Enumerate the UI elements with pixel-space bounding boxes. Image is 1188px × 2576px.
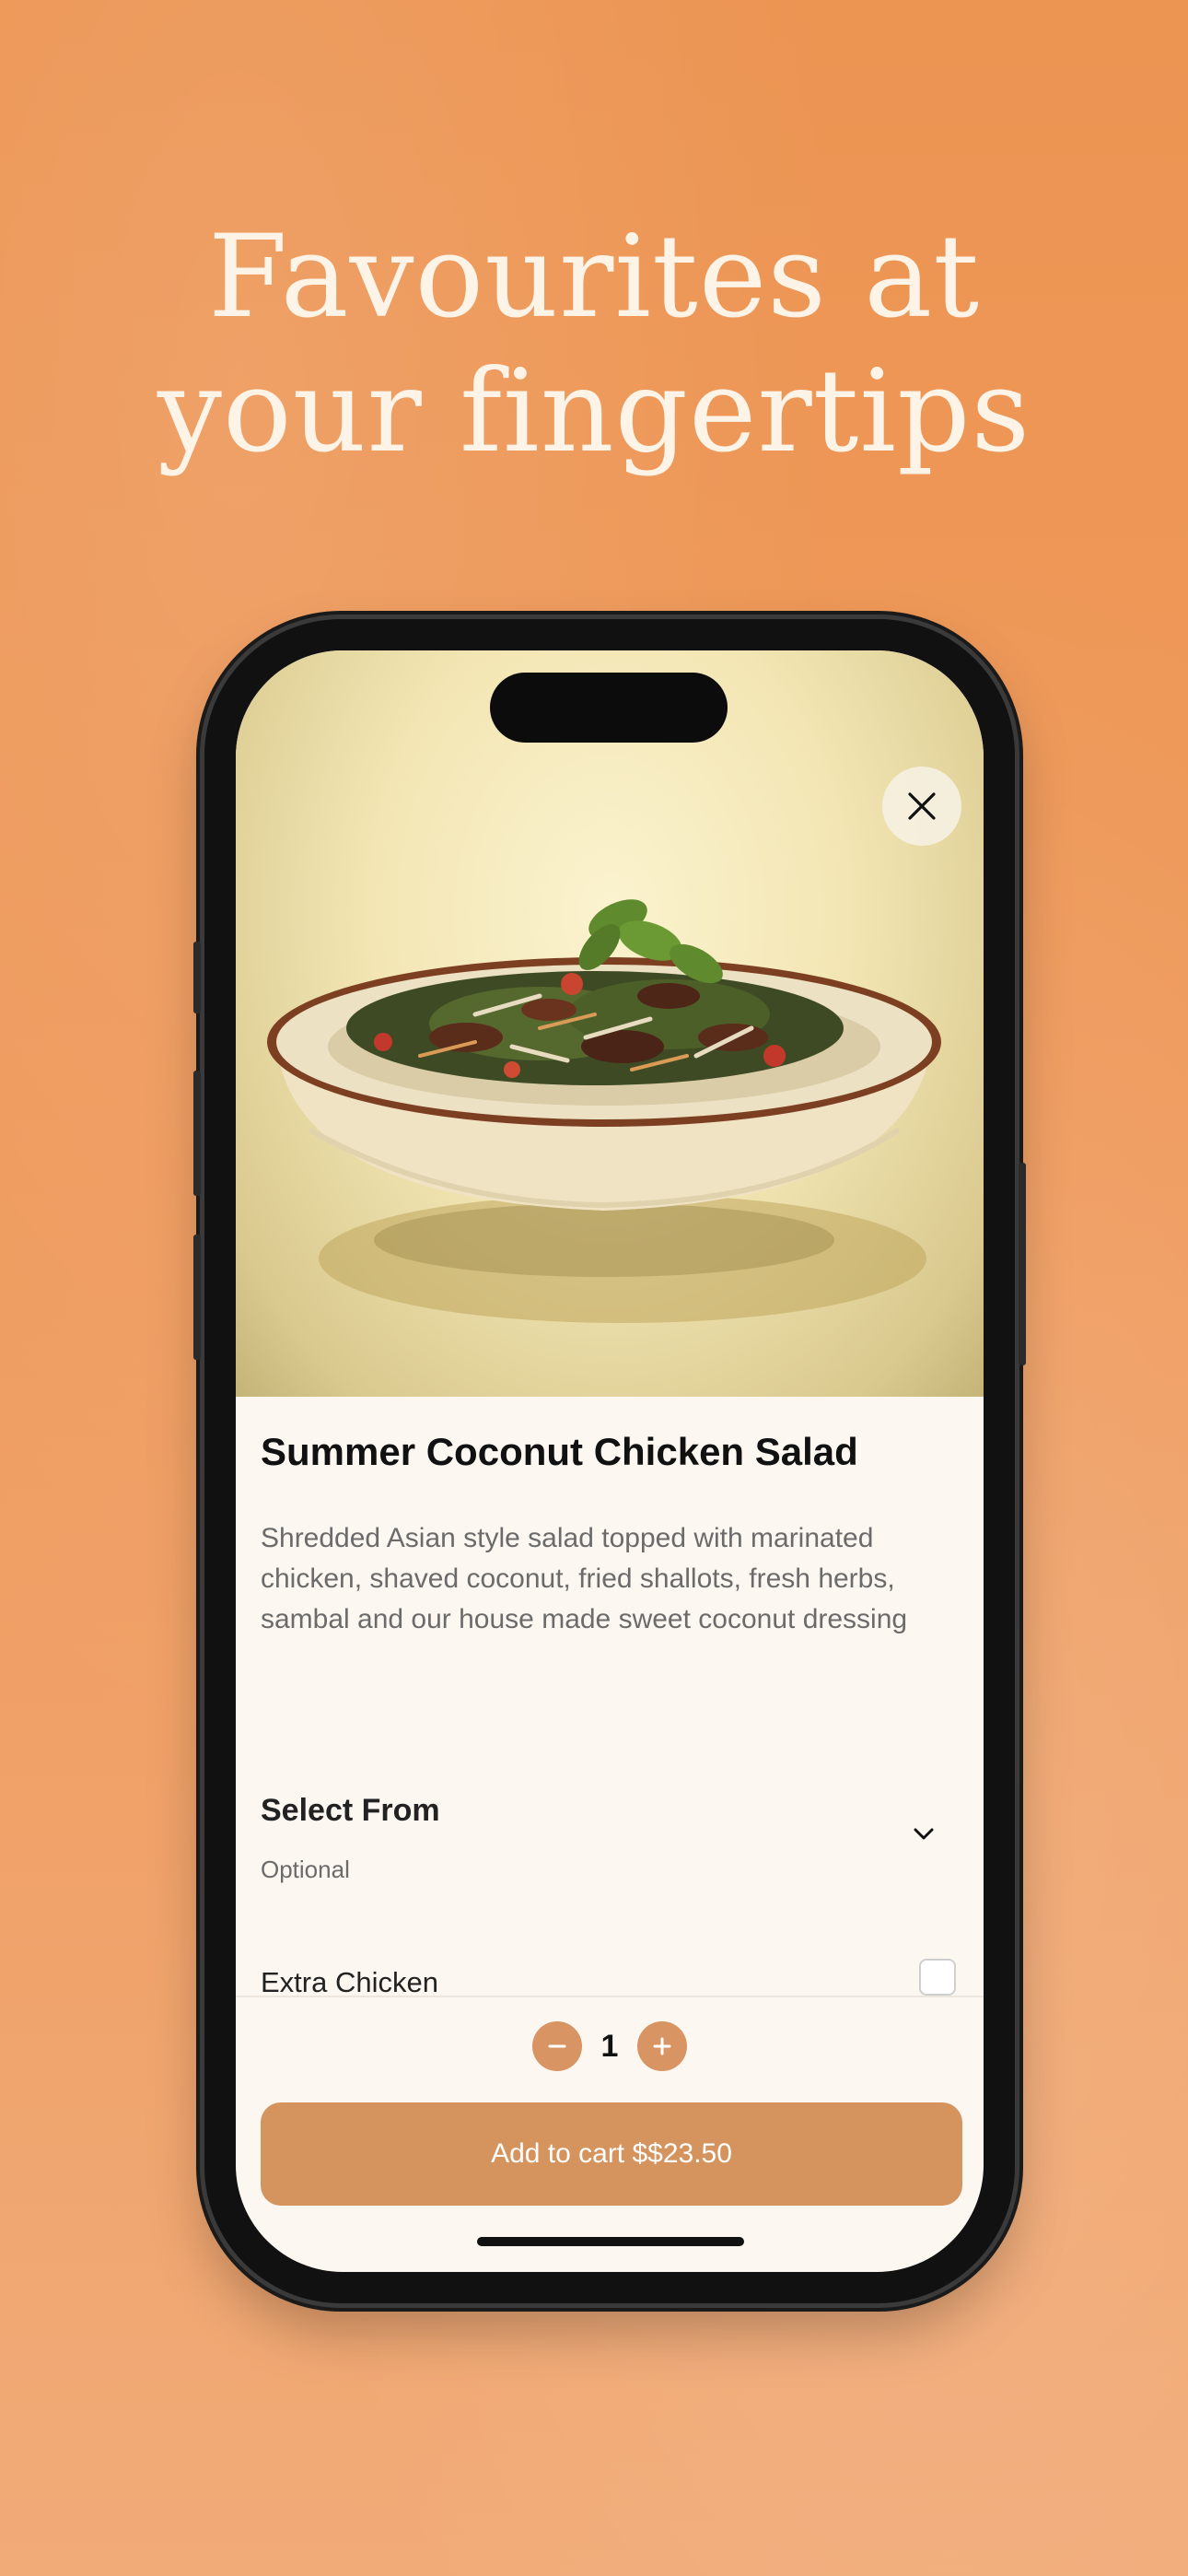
- plus-icon: [653, 2037, 671, 2055]
- option-checkbox-extra-chicken[interactable]: [919, 1959, 956, 1996]
- headline-line-2: your fingertips: [157, 345, 1031, 478]
- close-icon: [908, 792, 936, 820]
- increase-quantity-button[interactable]: [637, 2021, 687, 2071]
- headline-line-1: Favourites at: [207, 211, 981, 344]
- product-title: Summer Coconut Chicken Salad: [261, 1430, 858, 1473]
- close-button[interactable]: [882, 767, 961, 846]
- action-button: [193, 942, 201, 1013]
- add-to-cart-label: Add to cart $$23.50: [491, 2138, 732, 2169]
- product-description: Shredded Asian style salad topped with m…: [261, 1523, 908, 1634]
- app-screen: Summer Coconut Chicken Salad Shredded As…: [236, 650, 984, 2272]
- salad-bowl-illustration: [267, 899, 941, 1323]
- minus-icon: [548, 2044, 566, 2048]
- option-group-title: Select From: [261, 1793, 440, 1828]
- product-image: [236, 650, 984, 1397]
- quantity-value: 1: [600, 2028, 619, 2064]
- add-to-cart-button[interactable]: Add to cart $$23.50: [261, 2102, 962, 2206]
- footer-divider: [236, 1996, 984, 1997]
- volume-up-button: [193, 1071, 201, 1196]
- dynamic-island: [490, 673, 728, 743]
- headline: Favourites at your fingertips: [0, 210, 1188, 479]
- volume-down-button: [193, 1235, 201, 1360]
- home-indicator[interactable]: [477, 2237, 744, 2246]
- decrease-quantity-button[interactable]: [532, 2021, 582, 2071]
- phone-frame: Summer Coconut Chicken Salad Shredded As…: [193, 619, 1026, 2303]
- option-label-extra-chicken: Extra Chicken: [261, 1966, 438, 1998]
- chevron-down-icon[interactable]: [910, 1821, 938, 1848]
- option-group-subtitle: Optional: [261, 1856, 350, 1883]
- power-button: [1019, 1163, 1026, 1365]
